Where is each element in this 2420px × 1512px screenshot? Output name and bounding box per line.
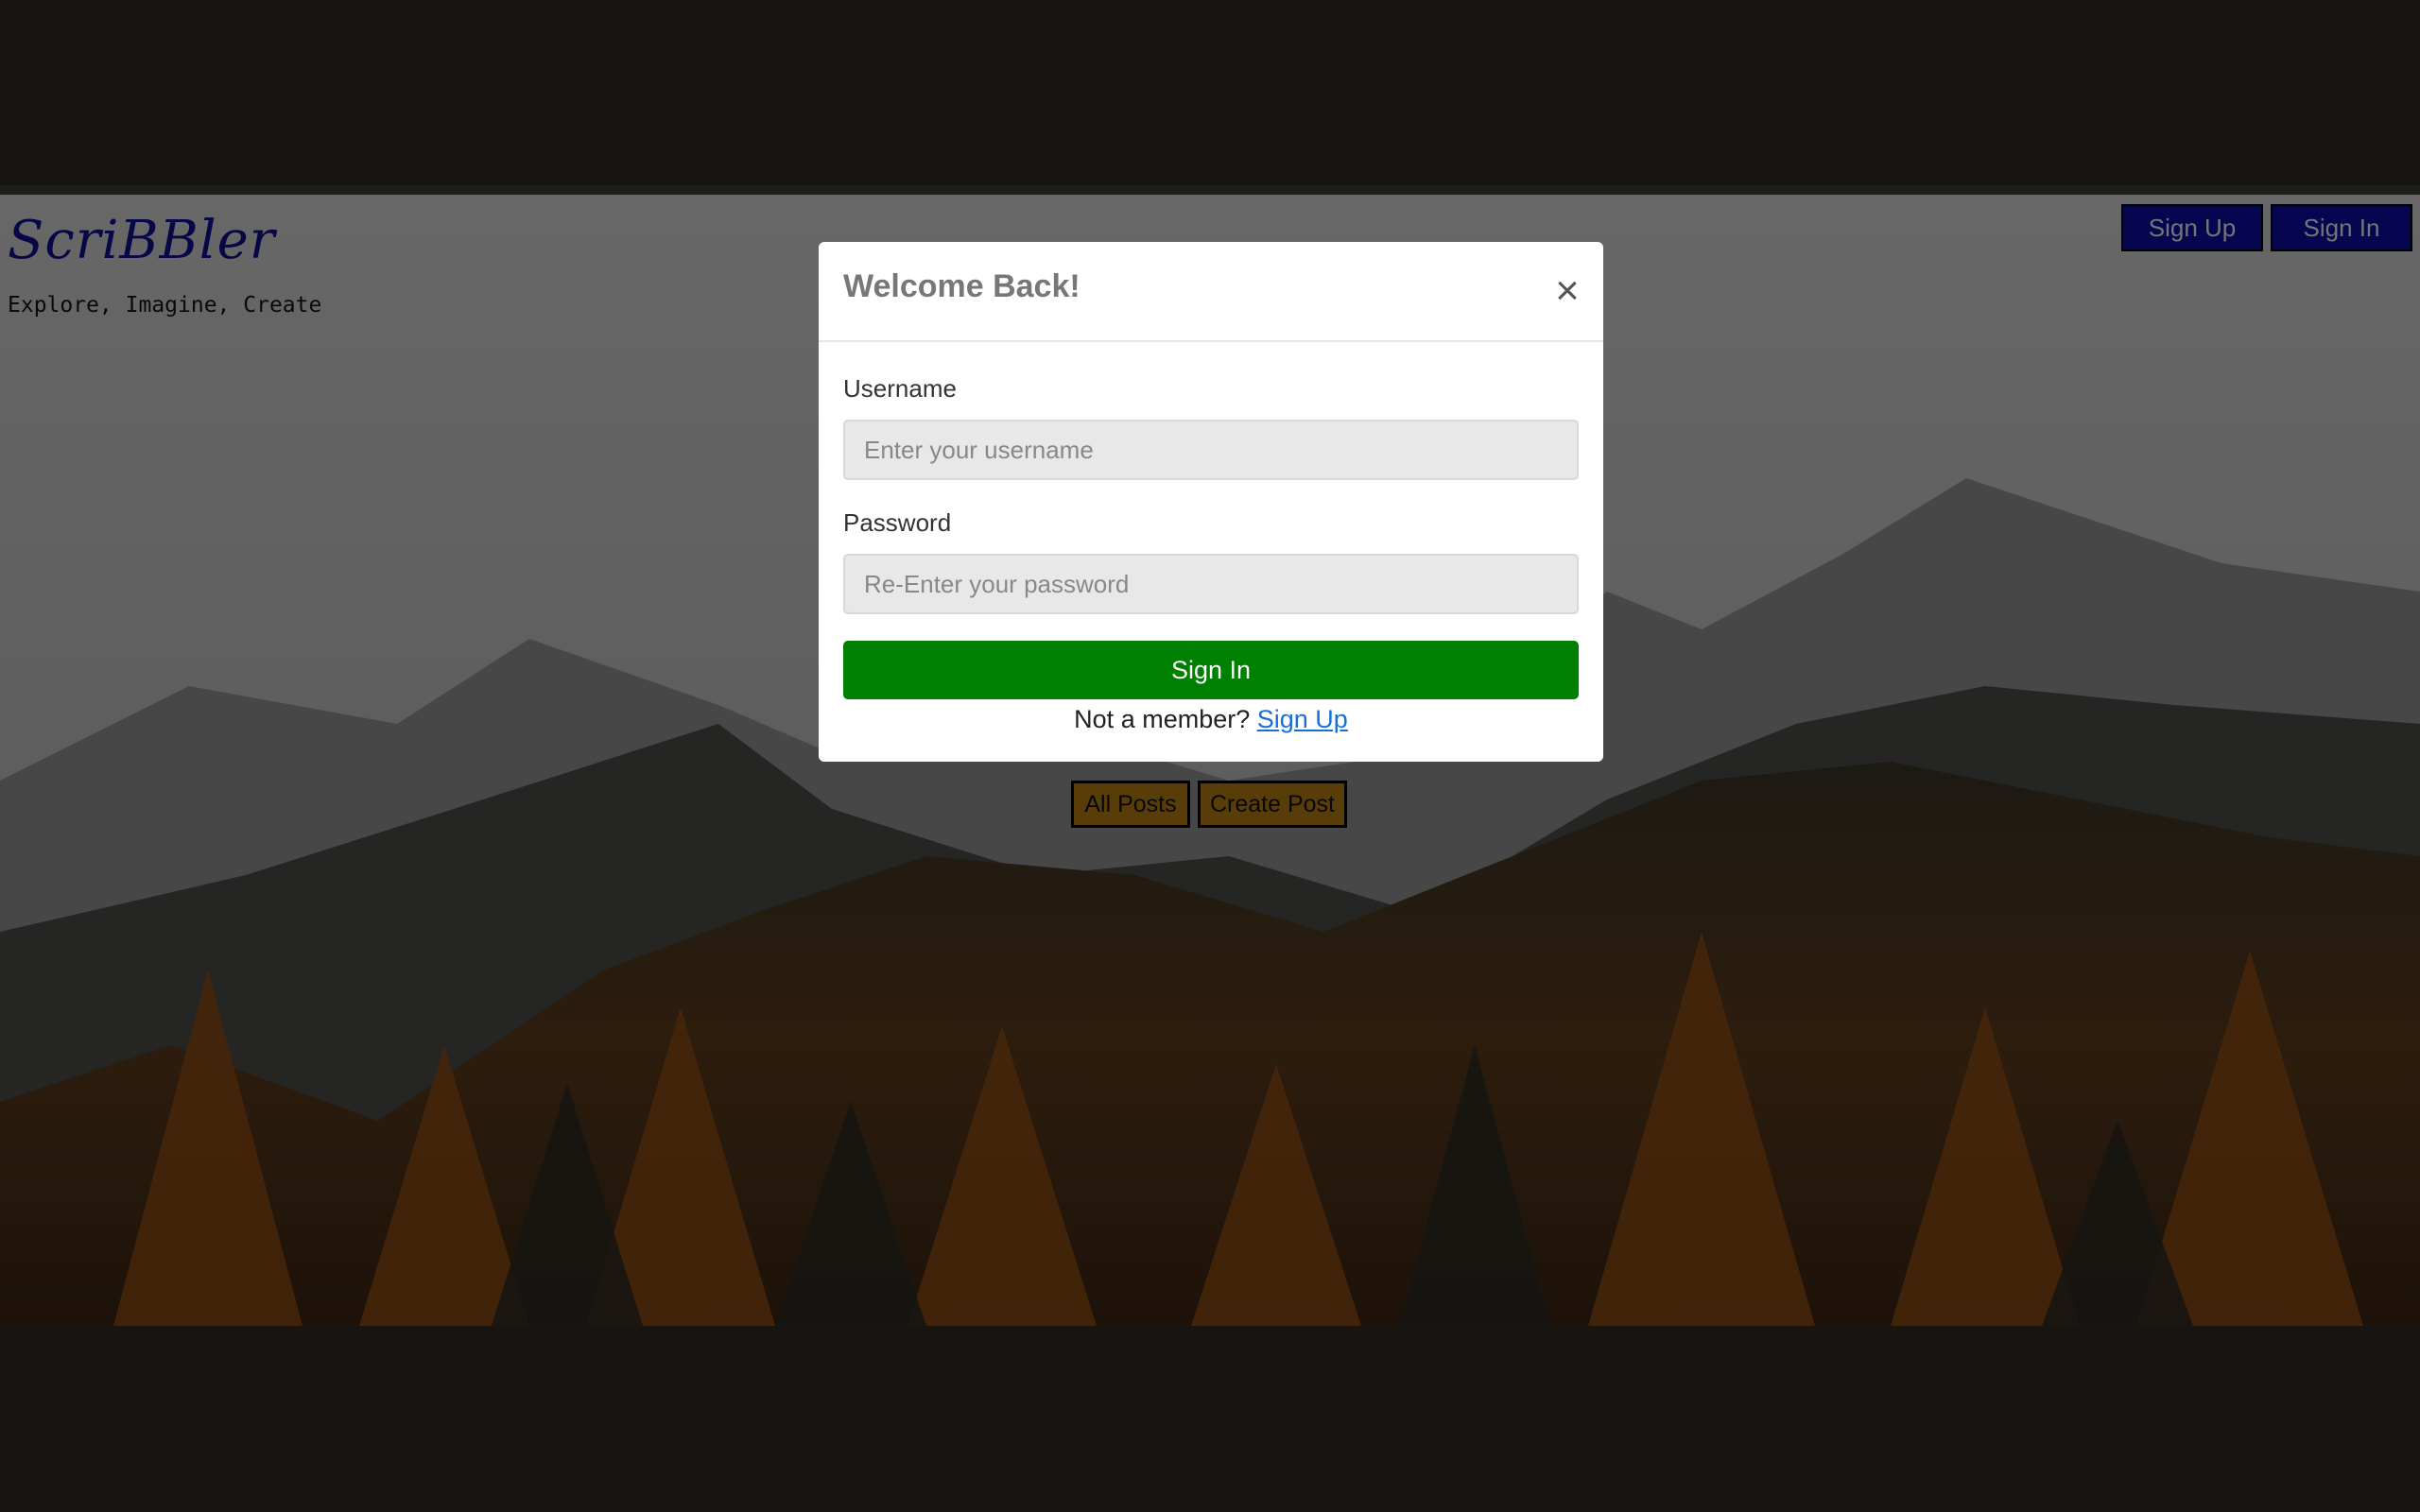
modal-header: Welcome Back! × xyxy=(819,242,1603,342)
member-prompt-text: Not a member? xyxy=(1074,705,1251,733)
signup-link[interactable]: Sign Up xyxy=(1257,705,1348,733)
member-prompt-row: Not a member? Sign Up xyxy=(819,705,1603,734)
signin-modal: Welcome Back! × Username Password Sign I… xyxy=(819,242,1603,762)
signin-submit-button[interactable]: Sign In xyxy=(843,641,1579,699)
username-input[interactable] xyxy=(843,420,1579,480)
close-icon[interactable]: × xyxy=(1547,270,1588,312)
modal-title: Welcome Back! xyxy=(843,268,1080,304)
password-label: Password xyxy=(843,508,952,537)
password-input[interactable] xyxy=(843,554,1579,614)
username-label: Username xyxy=(843,374,957,403)
